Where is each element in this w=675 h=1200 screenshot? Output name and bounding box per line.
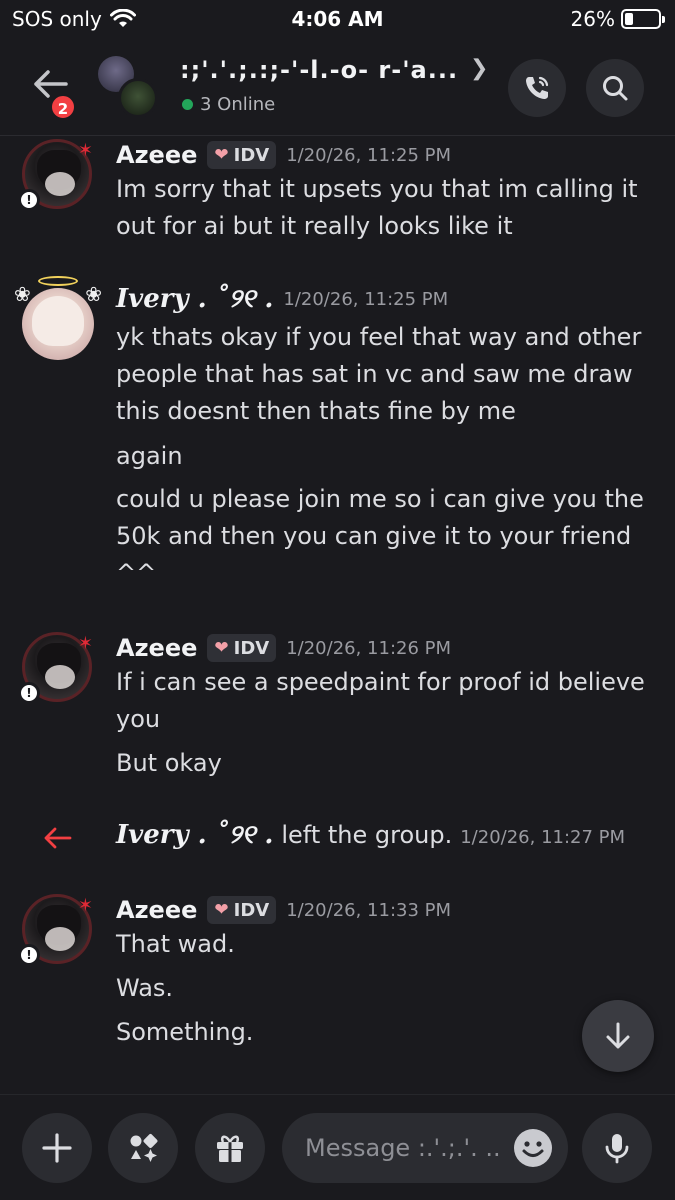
message-text[interactable]: Im sorry that it upsets you that im call… <box>116 171 661 245</box>
message-text[interactable]: Something. <box>116 1014 661 1051</box>
timestamp: 1/20/26, 11:25 PM <box>283 289 449 310</box>
call-icon <box>526 76 549 99</box>
online-dot-icon <box>182 99 193 110</box>
chevron-right-icon[interactable]: ❯ <box>470 56 488 81</box>
channel-header: 2 :;'.'.;.:;-'-l.-o- r-'a... ❯ 3 Online <box>0 40 675 136</box>
anger-icon: ✶ <box>77 895 93 916</box>
group-name[interactable]: :;'.'.;.:;-'-l.-o- r-'a... <box>180 56 458 84</box>
username[interactable]: Azeee <box>116 141 197 169</box>
ivery-avatar: ❀ ❀ <box>14 276 102 360</box>
server-tag[interactable]: ❤ IDV <box>207 896 277 924</box>
leave-arrow-icon <box>44 827 72 849</box>
username[interactable]: Ivery . ˚୨୧ . <box>116 284 273 315</box>
system-message-text: Ivery . ˚୨୧ . left the group. 1/20/26, 1… <box>116 820 625 851</box>
message-header: Azeee ❤ IDV 1/20/26, 11:33 PM <box>116 896 451 924</box>
message-header: Azeee ❤ IDV 1/20/26, 11:26 PM <box>116 634 451 662</box>
anger-icon: ✶ <box>77 633 93 654</box>
voice-message-button[interactable] <box>582 1113 652 1183</box>
status-indicator-icon: ! <box>18 682 40 704</box>
online-count-text: 3 Online <box>200 94 276 115</box>
server-tag-label: IDV <box>233 144 270 166</box>
message-text[interactable]: If i can see a speedpaint for proof id b… <box>116 664 661 738</box>
wing-icon: ❀ <box>85 282 102 306</box>
message-input[interactable]: Message :.'.;.'. .. <box>282 1113 568 1183</box>
heart-icon: ❤ <box>214 900 229 920</box>
system-action: left the group. <box>281 821 453 849</box>
battery-fill <box>625 13 634 25</box>
arrow-down-icon <box>606 1022 630 1049</box>
emoji-icon[interactable] <box>514 1129 552 1167</box>
server-tag-label: IDV <box>233 899 270 921</box>
username[interactable]: Ivery . ˚୨୧ . <box>116 820 273 851</box>
plus-icon <box>42 1133 72 1163</box>
smile-face-icon <box>522 1141 544 1157</box>
status-indicator-icon: ! <box>18 944 40 966</box>
jump-to-present-button[interactable] <box>582 1000 654 1072</box>
search-icon <box>603 76 628 101</box>
gift-button[interactable] <box>195 1113 265 1183</box>
server-tag-label: IDV <box>233 637 270 659</box>
message-placeholder: Message :.'.;.'. .. <box>305 1134 501 1162</box>
message-text[interactable]: again <box>116 438 661 475</box>
group-avatar[interactable] <box>98 56 164 118</box>
status-right: 26% <box>570 7 665 31</box>
message-text[interactable]: could u please join me so i can give you… <box>116 481 661 592</box>
status-bar: SOS only 4:06 AM 26% <box>0 0 675 40</box>
username[interactable]: Azeee <box>116 634 197 662</box>
apps-button[interactable] <box>108 1113 178 1183</box>
avatar[interactable]: ✶ ! <box>18 632 96 706</box>
timestamp: 1/20/26, 11:27 PM <box>460 827 626 848</box>
gift-icon <box>217 1135 243 1162</box>
avatar[interactable]: ✶ ! <box>18 894 96 968</box>
system-message: Ivery . ˚୨୧ . left the group. 1/20/26, 1… <box>0 816 675 860</box>
server-tag[interactable]: ❤ IDV <box>207 634 277 662</box>
apps-icon <box>130 1134 158 1162</box>
unread-badge: 2 <box>50 94 76 120</box>
status-indicator-icon: ! <box>18 189 40 211</box>
message-list[interactable]: ✶ ! Azeee ❤ IDV 1/20/26, 11:25 PM Im sorr… <box>0 137 675 1094</box>
attach-button[interactable] <box>22 1113 92 1183</box>
call-button[interactable] <box>508 59 566 117</box>
battery-icon <box>621 9 665 29</box>
heart-icon: ❤ <box>214 145 229 165</box>
avatar[interactable]: ❀ ❀ <box>14 276 102 362</box>
microphone-icon <box>605 1134 629 1164</box>
battery-percent: 26% <box>570 7 615 31</box>
timestamp: 1/20/26, 11:25 PM <box>286 144 452 166</box>
halo-icon <box>38 276 78 286</box>
timestamp: 1/20/26, 11:26 PM <box>286 637 452 659</box>
back-button[interactable]: 2 <box>26 62 78 120</box>
message-text[interactable]: But okay <box>116 745 661 782</box>
username[interactable]: Azeee <box>116 896 197 924</box>
message-header: Ivery . ˚୨୧ . 1/20/26, 11:25 PM <box>116 284 448 315</box>
member-avatar <box>118 78 158 118</box>
online-count: 3 Online <box>182 94 275 115</box>
message-composer: Message :.'.;.'. .. <box>0 1094 675 1200</box>
message-header: Azeee ❤ IDV 1/20/26, 11:25 PM <box>116 141 451 169</box>
message-text[interactable]: yk thats okay if you feel that way and o… <box>116 319 661 430</box>
server-tag[interactable]: ❤ IDV <box>207 141 277 169</box>
timestamp: 1/20/26, 11:33 PM <box>286 899 452 921</box>
message-text[interactable]: That wad. <box>116 926 661 963</box>
message-text[interactable]: Was. <box>116 970 661 1007</box>
wing-icon: ❀ <box>14 282 31 306</box>
heart-icon: ❤ <box>214 638 229 658</box>
avatar[interactable]: ✶ ! <box>18 139 96 213</box>
anger-icon: ✶ <box>77 140 93 161</box>
search-button[interactable] <box>586 59 644 117</box>
